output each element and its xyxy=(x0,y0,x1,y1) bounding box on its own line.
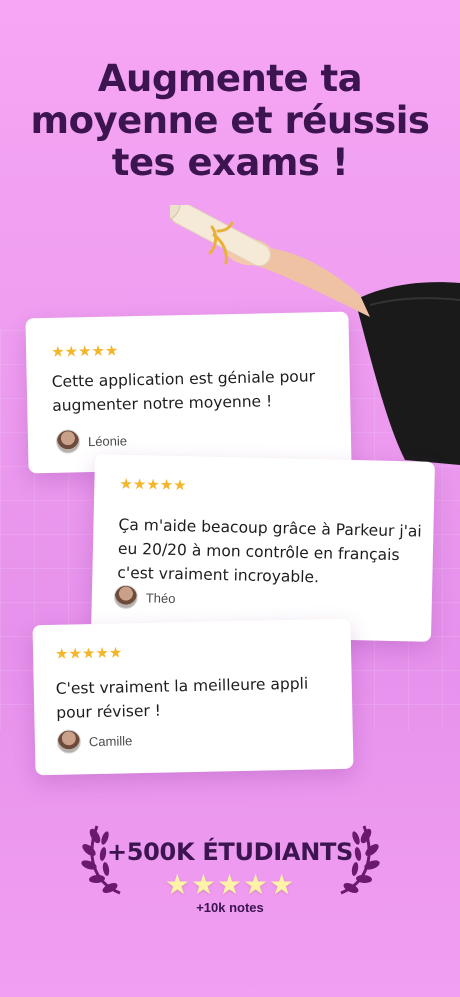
student-count: +500K ÉTUDIANTS xyxy=(106,838,354,866)
review-author: Théo xyxy=(113,584,176,610)
review-author: Camille xyxy=(56,728,133,754)
review-author: Léonie xyxy=(55,428,128,454)
review-card: ★★★★★ Cette application est géniale pour… xyxy=(25,311,352,474)
avatar xyxy=(56,729,82,754)
badge-stars-icon: ★★★★★ xyxy=(164,869,296,900)
star-icon: ★★★★★ xyxy=(119,475,187,495)
review-text: C'est vraiment la meilleure appli pour r… xyxy=(55,674,309,722)
page-title: Augmente ta moyenne et réussis tes exams… xyxy=(0,58,460,184)
headline-line-3: tes exams ! xyxy=(111,141,349,184)
student-count-badge: +500K ÉTUDIANTS ★★★★★ +10k notes xyxy=(0,818,460,928)
review-card: ★★★★★ C'est vraiment la meilleure appli … xyxy=(32,618,354,776)
headline-line-2: moyenne et réussis xyxy=(30,99,430,142)
headline-line-1: Augmente ta xyxy=(97,57,363,100)
rating-stars: ★★★★★ xyxy=(54,644,123,663)
avatar xyxy=(113,584,139,610)
star-icon: ★★★★★ xyxy=(54,644,123,663)
rating-stars: ★★★★★ xyxy=(50,342,119,361)
author-name: Théo xyxy=(145,589,176,606)
avatar xyxy=(55,429,81,454)
author-name: Léonie xyxy=(87,432,128,449)
review-card: ★★★★★ Ça m'aide beacoup grâce à Parkeur … xyxy=(91,454,435,642)
review-text: Cette application est géniale pour augme… xyxy=(51,367,316,415)
ratings-count: +10k notes xyxy=(196,900,264,915)
rating-stars: ★★★★★ xyxy=(119,475,187,495)
star-icon: ★★★★★ xyxy=(50,342,119,361)
review-text: Ça m'aide beacoup grâce à Parkeur j'ai e… xyxy=(117,515,422,587)
author-name: Camille xyxy=(88,732,133,749)
